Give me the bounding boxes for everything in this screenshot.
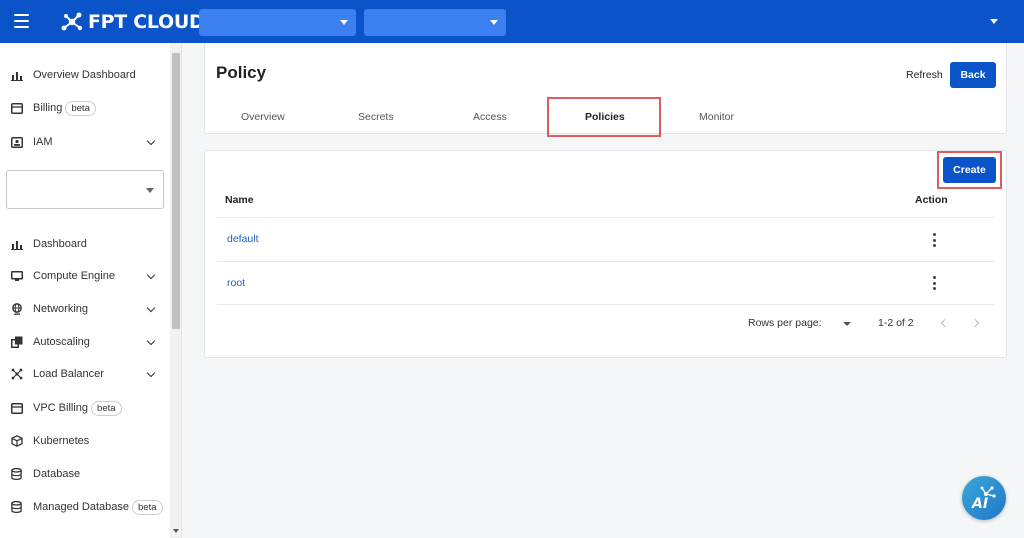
beta-badge: beta [132, 499, 163, 515]
cube-icon [10, 435, 23, 448]
sidebar-item-load-balancer[interactable]: Load Balancer [0, 363, 168, 385]
sidebar-scrollbar-thumb[interactable] [172, 53, 180, 329]
load-balancer-icon [10, 368, 23, 381]
policy-link-default[interactable]: default [227, 233, 259, 245]
chevron-down-icon [146, 188, 154, 193]
bar-chart-icon [10, 238, 23, 251]
sidebar-item-label: Billing [33, 102, 63, 114]
sidebar-item-label: IAM [33, 136, 53, 148]
sidebar-item-label: Autoscaling [33, 336, 90, 348]
back-button[interactable]: Back [950, 62, 996, 88]
scroll-down-arrow-icon[interactable] [173, 529, 179, 533]
project-select[interactable] [6, 170, 164, 209]
tab-monitor[interactable]: Monitor [699, 111, 734, 123]
sidebar-item-networking[interactable]: Networking [0, 298, 168, 320]
divider [217, 261, 994, 262]
account-menu-chevron-icon[interactable] [990, 19, 998, 24]
sidebar-item-dashboard[interactable]: Dashboard [0, 233, 168, 255]
sidebar-item-label: Load Balancer [33, 368, 104, 380]
fpt-cloud-logo[interactable]: FPT CLOUD [60, 9, 205, 35]
sidebar-item-managed-database[interactable]: Managed Database beta [0, 496, 168, 518]
rows-per-page-label: Rows per page: [748, 317, 822, 329]
ai-assistant-button[interactable]: AI [962, 476, 1006, 520]
beta-badge: beta [65, 100, 96, 116]
refresh-button[interactable]: Refresh [906, 69, 943, 81]
sidebar-item-label: Database [33, 468, 81, 480]
tab-access[interactable]: Access [473, 111, 507, 123]
sidebar-item-overview-dashboard[interactable]: Overview Dashboard [0, 64, 168, 86]
sidebar-item-label: Managed Database [33, 501, 130, 513]
more-actions-icon[interactable] [931, 233, 937, 247]
chevron-down-icon [490, 20, 498, 25]
network-logo-icon [61, 12, 83, 31]
top-navigation-bar: FPT CLOUD [0, 0, 1024, 43]
divider [217, 217, 994, 218]
sidebar-item-label: Dashboard [33, 238, 87, 250]
chevron-down-icon [340, 20, 348, 25]
sidebar-item-label: Kubernetes [33, 435, 90, 447]
iam-icon [10, 136, 23, 149]
monitor-icon [10, 270, 23, 283]
chevron-down-icon [146, 136, 156, 146]
divider [217, 304, 994, 305]
ai-label: AI [972, 496, 989, 512]
sidebar-item-compute-engine[interactable]: Compute Engine [0, 265, 168, 287]
rows-per-page-dropdown-icon[interactable] [843, 322, 851, 326]
tab-secrets[interactable]: Secrets [358, 111, 394, 123]
logo-text: FPT CLOUD [88, 11, 205, 33]
sidebar-item-database[interactable]: Database [0, 463, 168, 485]
pagination-range: 1-2 of 2 [878, 317, 914, 329]
bar-chart-icon [10, 69, 23, 82]
database-icon [10, 501, 23, 514]
sidebar-item-label: Networking [33, 303, 89, 315]
page-title: Policy [216, 63, 267, 82]
tenant-select[interactable] [364, 9, 506, 36]
sidebar-item-vpc-billing[interactable]: VPC Billing beta [0, 397, 168, 419]
database-icon [10, 468, 23, 481]
sidebar-item-autoscaling[interactable]: Autoscaling [0, 331, 168, 353]
tab-overview[interactable]: Overview [241, 111, 285, 123]
sidebar-item-iam[interactable]: IAM [0, 131, 168, 153]
billing-icon [10, 402, 23, 415]
chevron-down-icon [146, 270, 156, 280]
sidebar-item-label: Overview Dashboard [33, 69, 136, 81]
column-header-name: Name [225, 194, 254, 206]
policy-link-root[interactable]: root [227, 277, 245, 289]
chevron-down-icon [146, 336, 156, 346]
chevron-down-icon [146, 368, 156, 378]
policies-tab-highlight [547, 97, 661, 137]
sidebar-item-kubernetes[interactable]: Kubernetes [0, 430, 168, 452]
sidebar-item-billing[interactable]: Billing beta [0, 97, 168, 119]
billing-icon [10, 102, 23, 115]
more-actions-icon[interactable] [931, 276, 937, 290]
column-header-action: Action [915, 194, 948, 206]
chevron-down-icon [146, 303, 156, 313]
region-select[interactable] [199, 9, 356, 36]
beta-badge: beta [91, 400, 122, 416]
hamburger-menu-icon[interactable] [14, 14, 29, 28]
create-button-highlight [937, 151, 1002, 189]
globe-icon [10, 303, 23, 316]
sidebar: Overview Dashboard Billing beta IAM Dash… [0, 43, 182, 538]
sidebar-item-label: VPC Billing [33, 402, 89, 414]
sidebar-item-label: Compute Engine [33, 270, 115, 282]
autoscaling-icon [10, 336, 23, 349]
